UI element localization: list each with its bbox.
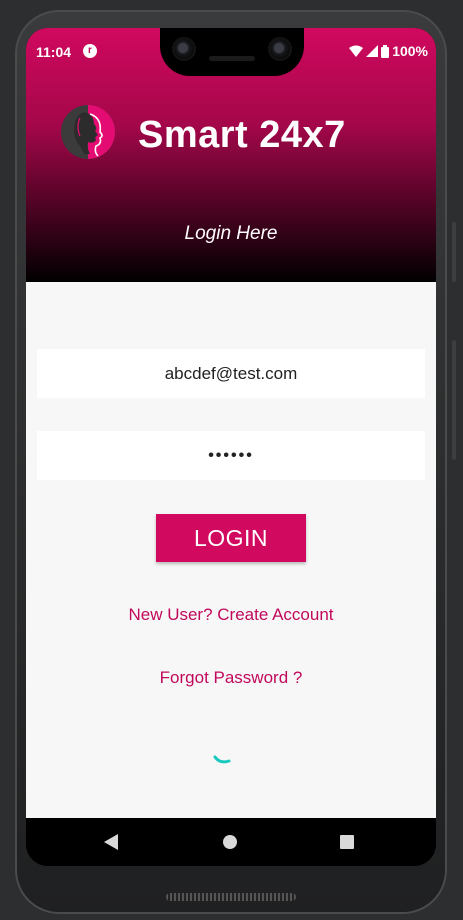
bottom-speaker-grille <box>166 893 296 901</box>
spinner-icon <box>213 755 231 764</box>
signal-icon <box>366 45 379 57</box>
volume-button <box>452 222 456 282</box>
back-icon[interactable] <box>104 834 118 850</box>
recents-icon[interactable] <box>340 835 354 849</box>
login-form-area: abcdef@test.com •••••• LOGIN New User? C… <box>26 282 436 818</box>
battery-percent: 100% <box>392 43 428 59</box>
front-camera-right <box>270 39 290 59</box>
device-frame: 11:04 r 100% Smart 24x7 Login Here abcde… <box>0 0 463 920</box>
login-button[interactable]: LOGIN <box>156 514 306 562</box>
home-icon[interactable] <box>223 835 237 849</box>
battery-icon <box>381 44 390 58</box>
status-icons: 100% <box>349 43 428 59</box>
status-time: 11:04 <box>36 44 72 60</box>
system-nav-bar <box>26 818 436 866</box>
camera-notch <box>160 28 304 76</box>
earpiece-speaker <box>209 56 255 61</box>
email-field[interactable]: abcdef@test.com <box>37 349 425 398</box>
power-button <box>452 340 456 460</box>
forgot-password-link[interactable]: Forgot Password ? <box>26 668 436 688</box>
notification-app-icon: r <box>83 44 97 58</box>
front-camera-left <box>174 39 194 59</box>
create-account-link[interactable]: New User? Create Account <box>26 605 436 625</box>
device-screen: 11:04 r 100% Smart 24x7 Login Here abcde… <box>26 28 436 866</box>
woman-profile-logo-icon <box>61 105 115 159</box>
wifi-icon <box>349 45 364 57</box>
app-title: Smart 24x7 <box>138 114 346 156</box>
login-subtitle: Login Here <box>184 223 278 244</box>
password-field[interactable]: •••••• <box>37 431 425 480</box>
